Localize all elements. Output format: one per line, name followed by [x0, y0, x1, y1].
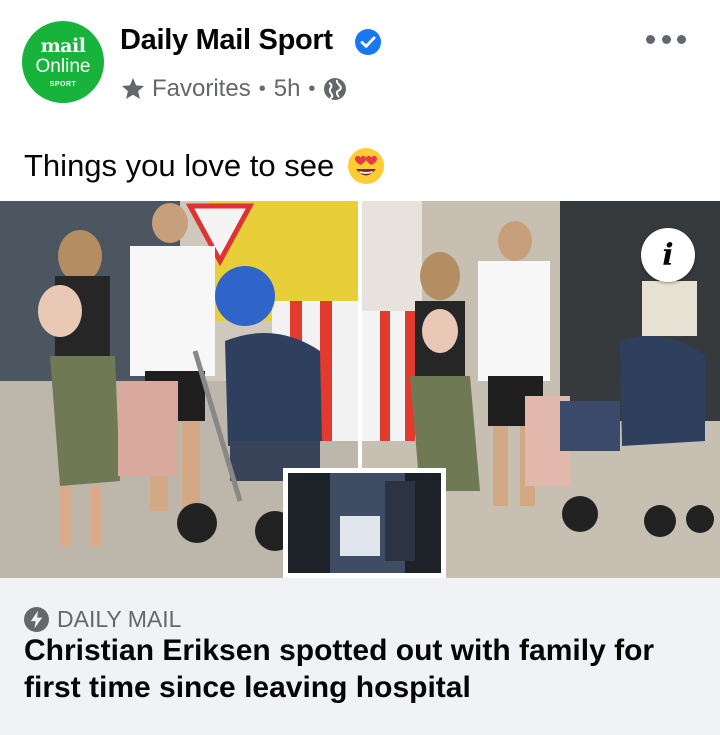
post-meta: Favorites • 5h •	[120, 73, 347, 105]
info-button[interactable]: i	[641, 228, 695, 282]
more-options-button[interactable]	[646, 30, 686, 48]
photo-collage	[0, 201, 720, 578]
avatar-logo-text: mail	[40, 35, 86, 57]
link-headline[interactable]: Christian Eriksen spotted out with famil…	[24, 632, 704, 706]
dot-icon	[646, 34, 655, 44]
post-header: mail Online SPORT Daily Mail Sport Favor…	[0, 0, 720, 130]
globe-icon	[324, 78, 347, 100]
meta-separator: •	[308, 77, 316, 100]
link-source: DAILY MAIL	[24, 604, 181, 634]
caption-text: Things you love to see	[24, 148, 335, 183]
lightning-bolt-icon	[24, 606, 49, 632]
page-name-link[interactable]: Daily Mail Sport	[120, 24, 333, 57]
star-icon	[121, 77, 145, 99]
post-caption: Things you love to see	[24, 146, 386, 186]
link-source-name: DAILY MAIL	[57, 605, 182, 632]
post-photo[interactable]	[0, 201, 720, 578]
dot-icon	[661, 34, 671, 44]
heart-eyes-emoji-icon	[348, 148, 385, 184]
post-timestamp[interactable]: 5h	[274, 75, 301, 103]
page-avatar[interactable]: mail Online SPORT	[22, 21, 104, 103]
meta-separator: •	[258, 77, 266, 100]
avatar-logo-sport: SPORT	[49, 81, 77, 88]
avatar-logo-subtext: Online	[35, 56, 91, 77]
audience-label[interactable]: Favorites	[152, 75, 251, 103]
dot-icon	[677, 34, 686, 44]
verified-badge-icon	[355, 29, 381, 55]
